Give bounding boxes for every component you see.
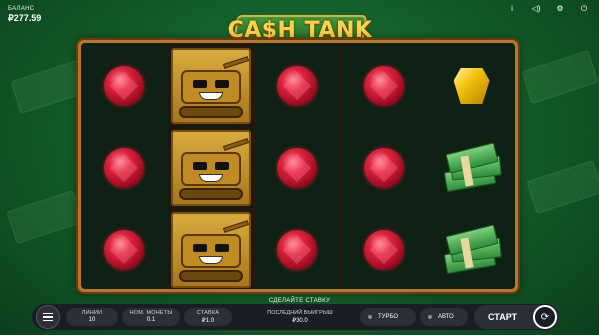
symbol-cell [428, 45, 515, 127]
ruby-icon [103, 148, 144, 188]
last-win-label: ПОСЛЕДНИЙ ВЫИГРЫШ [267, 310, 333, 316]
reel-1 [81, 43, 168, 289]
spin-icon[interactable]: ⟳ [533, 305, 557, 329]
symbol-cell [341, 127, 427, 209]
start-label: СТАРТ [488, 312, 518, 322]
tank-icon [170, 130, 251, 206]
symbol-cell [168, 209, 254, 289]
reel-3 [255, 43, 342, 289]
bet-label: СТАВКА [196, 310, 220, 316]
background-bill [521, 50, 599, 104]
bet-value: ₽1.0 [201, 318, 215, 324]
power-icon[interactable]: ⏻ [579, 4, 589, 14]
ruby-icon [277, 66, 318, 106]
symbol-cell [255, 209, 341, 289]
cash-stack-icon [441, 224, 503, 275]
reel-2 [167, 43, 255, 289]
symbol-cell [168, 45, 254, 127]
settings-icon[interactable]: ⚙ [555, 4, 565, 14]
top-toolbar: i ◁) ⚙ ⏻ [507, 4, 589, 14]
gold-gem-icon [453, 68, 490, 104]
auto-toggle[interactable]: АВТО [420, 308, 468, 326]
menu-button[interactable] [36, 305, 60, 329]
symbol-cell [428, 127, 515, 209]
symbol-cell [341, 45, 427, 127]
turbo-label: ТУРБО [378, 314, 399, 320]
balance-panel: БАЛАНС ₽277.59 [8, 6, 41, 24]
info-icon[interactable]: i [507, 4, 517, 14]
ruby-icon [277, 230, 318, 270]
symbol-cell [255, 45, 341, 127]
reel-5 [428, 43, 515, 289]
ruby-icon [277, 148, 318, 188]
last-win-display: ПОСЛЕДНИЙ ВЫИГРЫШ ₽30.0 [250, 308, 350, 324]
background-bill [10, 60, 88, 114]
ruby-icon [364, 66, 405, 106]
lines-control[interactable]: ЛИНИИ 10 [66, 308, 118, 326]
ruby-icon [103, 66, 144, 106]
symbol-cell [255, 127, 341, 209]
last-win-value: ₽30.0 [292, 318, 308, 324]
tank-icon [170, 48, 251, 124]
tank-icon [170, 212, 251, 288]
sound-icon[interactable]: ◁) [531, 4, 541, 14]
turbo-indicator [368, 315, 372, 319]
coin-value: 0.1 [146, 317, 156, 323]
ruby-icon [364, 230, 405, 270]
background-bill [526, 160, 599, 214]
coin-label: НОМ. МОНЕТЫ [129, 310, 173, 316]
symbol-cell [81, 45, 167, 127]
reel-4 [341, 43, 429, 289]
bet-control[interactable]: СТАВКА ₽1.0 [184, 308, 232, 326]
lines-value: 10 [88, 317, 96, 323]
background-bill [6, 190, 84, 244]
symbol-cell [428, 209, 515, 289]
cash-stack-icon [441, 142, 503, 193]
symbol-cell [81, 209, 167, 289]
symbol-cell [341, 209, 427, 289]
lines-label: ЛИНИИ [81, 310, 103, 316]
ruby-icon [103, 230, 144, 270]
reels-area [81, 43, 515, 289]
reels-frame [78, 40, 518, 292]
auto-indicator [428, 315, 432, 319]
symbol-cell [81, 127, 167, 209]
balance-label: БАЛАНС [8, 6, 35, 12]
turbo-toggle[interactable]: ТУРБО [360, 308, 416, 326]
symbol-cell [168, 127, 254, 209]
coin-value-control[interactable]: НОМ. МОНЕТЫ 0.1 [122, 308, 180, 326]
ruby-icon [364, 148, 405, 188]
balance-value: ₽277.59 [8, 13, 42, 23]
auto-label: АВТО [438, 314, 454, 320]
hamburger-icon [43, 312, 53, 315]
